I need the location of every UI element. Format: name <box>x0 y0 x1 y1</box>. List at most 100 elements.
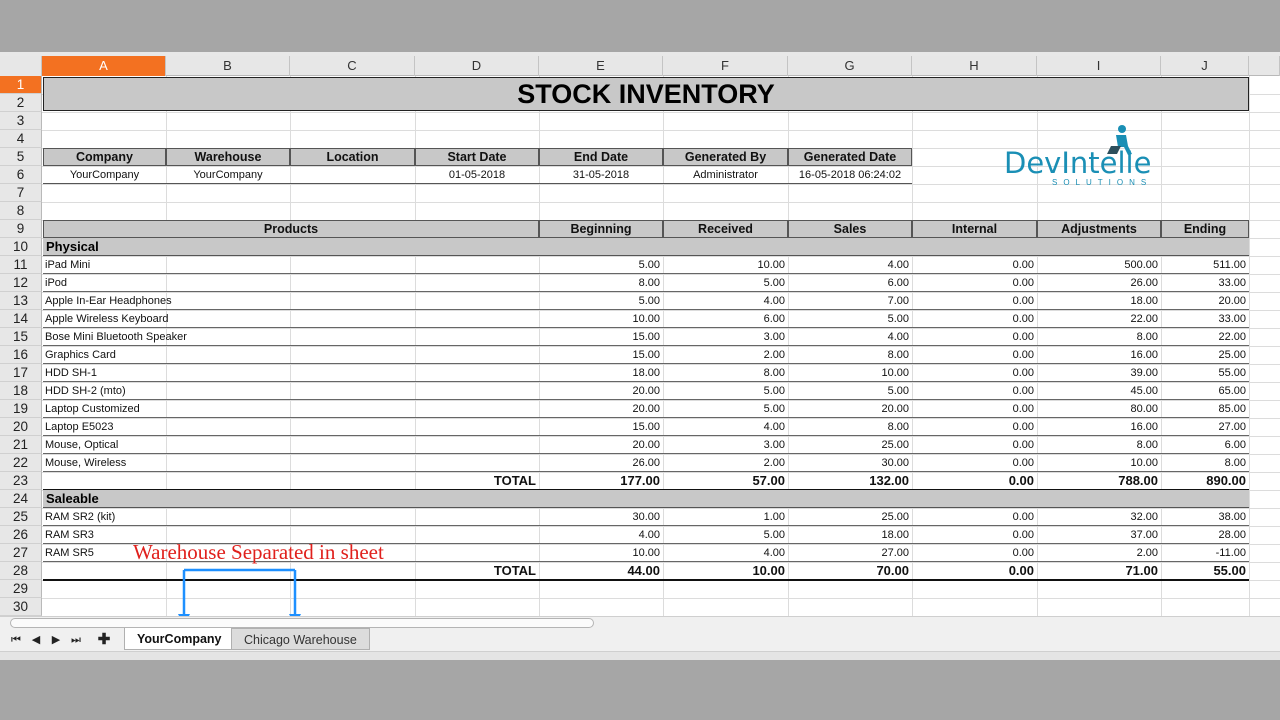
row-header[interactable]: 14 <box>0 310 42 328</box>
info-header-cell[interactable]: End Date <box>539 148 663 166</box>
value-cell-ending[interactable]: 33.00 <box>1161 274 1246 292</box>
value-cell-beginning[interactable]: 4.00 <box>539 526 660 544</box>
info-header-cell[interactable]: Warehouse <box>166 148 290 166</box>
row-header[interactable]: 12 <box>0 274 42 292</box>
value-cell-sales[interactable]: 7.00 <box>788 292 909 310</box>
total-cell-ending[interactable]: 55.00 <box>1161 562 1246 580</box>
value-cell-beginning[interactable]: 20.00 <box>539 382 660 400</box>
value-cell-ending[interactable]: 33.00 <box>1161 310 1246 328</box>
info-value-cell[interactable] <box>290 166 415 184</box>
value-cell-ending[interactable]: 28.00 <box>1161 526 1246 544</box>
info-header-cell[interactable]: Generated By <box>663 148 788 166</box>
value-cell-beginning[interactable]: 30.00 <box>539 508 660 526</box>
column-header-f[interactable]: F <box>663 56 788 76</box>
value-cell-received[interactable]: 5.00 <box>663 400 785 418</box>
value-cell-received[interactable]: 4.00 <box>663 418 785 436</box>
column-header-b[interactable]: B <box>166 56 290 76</box>
value-cell-internal[interactable]: 0.00 <box>912 454 1034 472</box>
column-header-c[interactable]: C <box>290 56 415 76</box>
row-header[interactable]: 10 <box>0 238 42 256</box>
product-name-cell[interactable]: Apple In-Ear Headphones <box>45 292 535 310</box>
row-header[interactable]: 30 <box>0 598 42 616</box>
row-header[interactable]: 24 <box>0 490 42 508</box>
product-name-cell[interactable]: Bose Mini Bluetooth Speaker <box>45 328 535 346</box>
table-header-received[interactable]: Received <box>663 220 788 238</box>
table-header-ending[interactable]: Ending <box>1161 220 1249 238</box>
value-cell-ending[interactable]: 8.00 <box>1161 454 1246 472</box>
row-header[interactable]: 29 <box>0 580 42 598</box>
info-header-cell[interactable]: Generated Date <box>788 148 912 166</box>
value-cell-received[interactable]: 5.00 <box>663 382 785 400</box>
table-header-products[interactable]: Products <box>43 220 539 238</box>
value-cell-beginning[interactable]: 8.00 <box>539 274 660 292</box>
value-cell-sales[interactable]: 20.00 <box>788 400 909 418</box>
column-header-d[interactable]: D <box>415 56 539 76</box>
value-cell-internal[interactable]: 0.00 <box>912 256 1034 274</box>
value-cell-internal[interactable]: 0.00 <box>912 274 1034 292</box>
value-cell-ending[interactable]: 22.00 <box>1161 328 1246 346</box>
value-cell-received[interactable]: 1.00 <box>663 508 785 526</box>
value-cell-sales[interactable]: 18.00 <box>788 526 909 544</box>
value-cell-adjustments[interactable]: 45.00 <box>1037 382 1158 400</box>
value-cell-sales[interactable]: 4.00 <box>788 328 909 346</box>
value-cell-adjustments[interactable]: 16.00 <box>1037 346 1158 364</box>
product-name-cell[interactable]: Graphics Card <box>45 346 535 364</box>
value-cell-internal[interactable]: 0.00 <box>912 382 1034 400</box>
table-header-adjustments[interactable]: Adjustments <box>1037 220 1161 238</box>
value-cell-adjustments[interactable]: 2.00 <box>1037 544 1158 562</box>
total-cell-ending[interactable]: 890.00 <box>1161 472 1246 490</box>
value-cell-received[interactable]: 3.00 <box>663 436 785 454</box>
value-cell-ending[interactable]: 55.00 <box>1161 364 1246 382</box>
value-cell-internal[interactable]: 0.00 <box>912 292 1034 310</box>
value-cell-adjustments[interactable]: 37.00 <box>1037 526 1158 544</box>
value-cell-sales[interactable]: 5.00 <box>788 382 909 400</box>
row-header[interactable]: 18 <box>0 382 42 400</box>
value-cell-ending[interactable]: 25.00 <box>1161 346 1246 364</box>
value-cell-ending[interactable]: 20.00 <box>1161 292 1246 310</box>
value-cell-sales[interactable]: 5.00 <box>788 310 909 328</box>
last-sheet-icon[interactable]: ⏭ <box>68 632 84 648</box>
value-cell-ending[interactable]: 511.00 <box>1161 256 1246 274</box>
value-cell-beginning[interactable]: 10.00 <box>539 310 660 328</box>
value-cell-beginning[interactable]: 15.00 <box>539 418 660 436</box>
value-cell-received[interactable]: 4.00 <box>663 544 785 562</box>
tab-yourcompany[interactable]: YourCompany <box>124 628 235 650</box>
row-header[interactable]: 11 <box>0 256 42 274</box>
row-header[interactable]: 4 <box>0 130 42 148</box>
value-cell-internal[interactable]: 0.00 <box>912 310 1034 328</box>
value-cell-received[interactable]: 10.00 <box>663 256 785 274</box>
value-cell-sales[interactable]: 30.00 <box>788 454 909 472</box>
tab-chicago-warehouse[interactable]: Chicago Warehouse <box>231 628 370 650</box>
total-label[interactable]: TOTAL <box>290 472 536 490</box>
value-cell-received[interactable]: 4.00 <box>663 292 785 310</box>
column-header-i[interactable]: I <box>1037 56 1161 76</box>
value-cell-ending[interactable]: 85.00 <box>1161 400 1246 418</box>
info-value-cell[interactable]: 01-05-2018 <box>415 166 539 184</box>
add-sheet-icon[interactable]: ✚ <box>96 632 112 648</box>
row-header[interactable]: 22 <box>0 454 42 472</box>
product-name-cell[interactable]: HDD SH-1 <box>45 364 535 382</box>
info-value-cell[interactable]: 16-05-2018 06:24:02 <box>788 166 912 184</box>
value-cell-sales[interactable]: 27.00 <box>788 544 909 562</box>
row-header[interactable]: 28 <box>0 562 42 580</box>
total-cell-adjustments[interactable]: 788.00 <box>1037 472 1158 490</box>
value-cell-received[interactable]: 3.00 <box>663 328 785 346</box>
table-header-beginning[interactable]: Beginning <box>539 220 663 238</box>
product-name-cell[interactable]: Mouse, Optical <box>45 436 535 454</box>
value-cell-adjustments[interactable]: 10.00 <box>1037 454 1158 472</box>
info-header-cell[interactable]: Company <box>43 148 166 166</box>
column-header-g[interactable]: G <box>788 56 912 76</box>
value-cell-adjustments[interactable]: 16.00 <box>1037 418 1158 436</box>
value-cell-received[interactable]: 6.00 <box>663 310 785 328</box>
value-cell-adjustments[interactable]: 500.00 <box>1037 256 1158 274</box>
value-cell-sales[interactable]: 10.00 <box>788 364 909 382</box>
value-cell-adjustments[interactable]: 8.00 <box>1037 328 1158 346</box>
row-header[interactable]: 15 <box>0 328 42 346</box>
row-header[interactable]: 5 <box>0 148 42 166</box>
value-cell-adjustments[interactable]: 8.00 <box>1037 436 1158 454</box>
value-cell-internal[interactable]: 0.00 <box>912 346 1034 364</box>
horizontal-scroll-thumb[interactable] <box>10 618 594 628</box>
table-header-sales[interactable]: Sales <box>788 220 912 238</box>
value-cell-internal[interactable]: 0.00 <box>912 364 1034 382</box>
column-header-a[interactable]: A <box>42 56 166 76</box>
